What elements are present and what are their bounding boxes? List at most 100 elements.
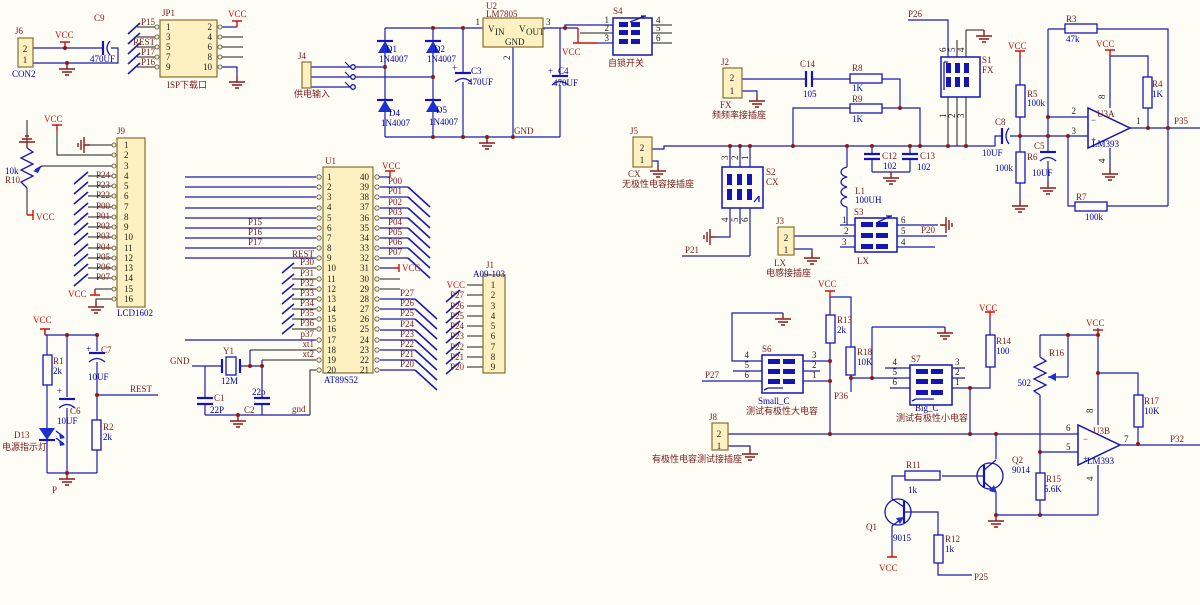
switch-s2[interactable] [722, 167, 763, 208]
schematic-label: 15 [327, 314, 337, 324]
switch-s4[interactable] [613, 16, 652, 55]
wires[interactable] [27, 20, 1200, 575]
schematic-label: 6 [327, 223, 332, 233]
schematic-label: P07 [96, 272, 111, 282]
schematic-label: 4 [208, 32, 213, 42]
schematic-label: 2k [53, 366, 63, 376]
schematic-label: 1K [852, 114, 864, 124]
schematic-label: ISP下载口 [167, 79, 207, 90]
schematic-label: P [52, 485, 57, 495]
potentiometer-r16[interactable] [1034, 357, 1056, 395]
schematic-label: P17 [141, 47, 156, 57]
schematic-label: 100k [1085, 212, 1104, 222]
schematic-label: 频频率接插座 [712, 109, 766, 120]
schematic-label: 13 [124, 263, 134, 273]
schematic-label: 22p [252, 387, 266, 397]
schematic-label: 1 [784, 245, 789, 255]
schematic-label: CX [766, 177, 779, 187]
schematic-label: LM393 [1092, 139, 1120, 149]
schematic-label: 9 [491, 362, 496, 372]
schematic-label: P35 [300, 308, 315, 318]
schematic-label: R6 [1027, 152, 1038, 162]
schematic-label: 11 [124, 243, 133, 253]
schematic-label: 10 [203, 62, 213, 72]
schematic-label: 470UF [553, 78, 578, 88]
schematic-label: 7 [491, 342, 496, 352]
schematic-label: C13 [920, 151, 936, 161]
schematic-label: 6 [491, 331, 496, 341]
schematic-label: P04 [96, 242, 111, 252]
schematic-label: 3 [842, 237, 847, 247]
schematic-label: R4 [1152, 79, 1163, 89]
schematic-label: P25 [400, 308, 415, 318]
schematic-label: 1 [166, 22, 171, 32]
schematic-label: S7 [911, 354, 921, 364]
schematic-label: P24 [400, 319, 415, 329]
schematic-label: P06 [96, 262, 111, 272]
crystal-y1[interactable] [222, 357, 240, 375]
schematic-label: 9015 [893, 533, 912, 543]
schematic-label: 电感接插座 [766, 267, 811, 278]
schematic-label: 6 [208, 42, 213, 52]
schematic-label: LM393 [1087, 456, 1115, 466]
schematic-label: REST [133, 37, 156, 47]
schematic-label: 测试有极性小电容 [896, 412, 968, 423]
schematic-label: 47k [1066, 34, 1080, 44]
schematic-label: 7 [1124, 434, 1129, 444]
schematic-label: 6 [1066, 423, 1071, 433]
schematic-label: 35 [360, 223, 370, 233]
schematic-label: 3 [812, 350, 817, 360]
schematic-label: 502 [1018, 378, 1032, 388]
inductor-l1[interactable] [841, 167, 847, 207]
potentiometer-r10[interactable] [21, 148, 42, 188]
schematic-page: J621CON2VCCC9470UFJP1P15RESTP17P16135792… [0, 0, 1200, 605]
schematic-label: 4 [1085, 476, 1095, 481]
schematic-label: P21 [685, 245, 699, 255]
schematic-label: 1 [955, 377, 960, 387]
schematic-label: P16 [141, 57, 156, 67]
schematic-label: P27 [450, 290, 465, 300]
schematic-label: IN [495, 27, 505, 37]
schematic-label: 2 [730, 156, 740, 161]
resistors[interactable] [43, 24, 1152, 563]
schematic-label: 6 [745, 370, 750, 380]
schematic-label: 2 [717, 429, 722, 439]
switch-s3[interactable] [855, 216, 897, 252]
schematic-label: 6 [124, 191, 129, 201]
schematic-label: 5 [124, 181, 129, 191]
schematic-label: P27 [705, 370, 720, 380]
schematic-label: 3 [327, 192, 332, 202]
power-jack-j4[interactable] [302, 62, 355, 89]
schematic-label: 32 [360, 253, 369, 263]
schematic-label: C12 [882, 151, 897, 161]
switch-s6[interactable] [762, 355, 803, 393]
schematic-label: 7 [327, 233, 332, 243]
schematic-label: 2 [124, 150, 129, 160]
schematic-label: D1 [386, 44, 397, 54]
schematic-label: 2 [784, 233, 789, 243]
schematic-label: 4 [745, 350, 750, 360]
schematic-label: R16 [1049, 348, 1065, 358]
schematic-label: V [488, 24, 495, 34]
schematic-label: P20 [400, 359, 415, 369]
schematic-label: D4 [389, 108, 400, 118]
schematic-label: P01 [388, 186, 402, 196]
schematic-label: 28 [360, 294, 370, 304]
schematic-label: VCC [979, 303, 998, 313]
schematic-label: p37 [301, 329, 315, 339]
schematic-label: 21 [360, 365, 369, 375]
schematic-canvas[interactable]: J621CON2VCCC9470UFJP1P15RESTP17P16135792… [0, 0, 1200, 605]
schematic-label: J2 [721, 57, 729, 67]
switch-s1[interactable] [941, 57, 980, 97]
schematic-label: P26 [400, 298, 415, 308]
schematic-label: P00 [388, 176, 403, 186]
schematic-label: C4 [558, 66, 569, 76]
schematic-label: 4 [327, 202, 332, 212]
schematic-label: P16 [248, 227, 263, 237]
schematic-label: D2 [434, 44, 445, 54]
switch-s7[interactable] [910, 365, 952, 405]
schematic-label: P07 [388, 247, 403, 257]
schematic-label: P23 [400, 329, 415, 339]
schematic-label: 2 [208, 22, 213, 32]
schematic-label: 100k [1027, 98, 1046, 108]
